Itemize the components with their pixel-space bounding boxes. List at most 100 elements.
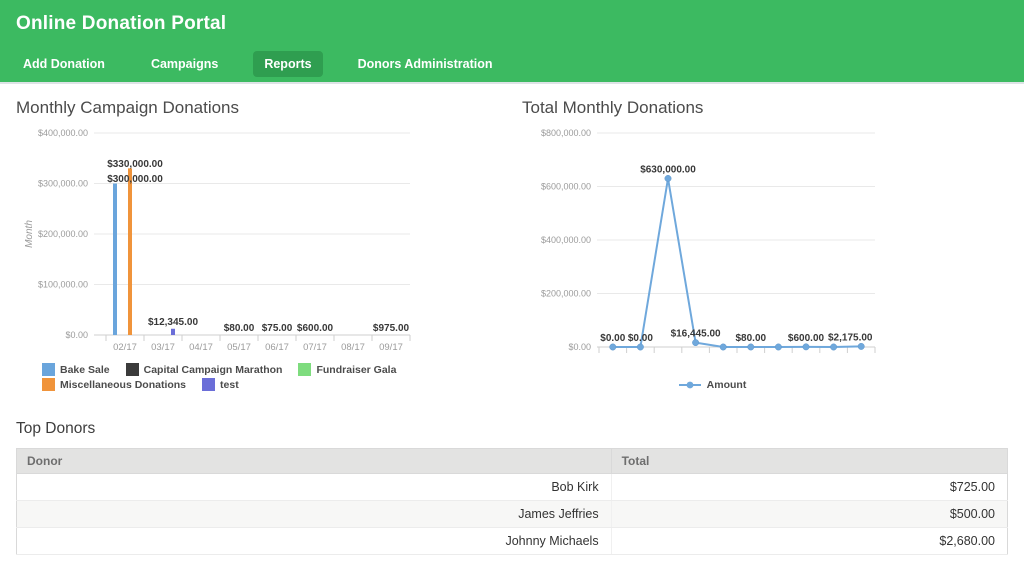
data-point-marker: [748, 344, 754, 350]
x-tick-label: 05/17: [227, 342, 251, 353]
point-value-label: $0.00: [600, 333, 625, 344]
bar-chart-legend: Bake Sale Capital Campaign Marathon Fundra…: [16, 363, 416, 391]
nav-tab-donors-administration[interactable]: Donors Administration: [347, 51, 504, 77]
app-title: Online Donation Portal: [16, 13, 226, 35]
bar-value-label: $12,345.00: [148, 317, 198, 328]
legend-item-capital-campaign-marathon[interactable]: Capital Campaign Marathon: [126, 363, 283, 376]
line-chart-legend: Amount: [522, 379, 902, 391]
x-tick-label: 07/17: [795, 353, 818, 354]
legend-item-test[interactable]: test: [202, 378, 239, 391]
top-donors-table: Donor Total Bob Kirk $725.00 James Jeffr…: [16, 448, 1008, 555]
bar-chart-canvas: $0.00$100,000.00$200,000.00$300,000.00$4…: [16, 124, 416, 354]
donor-total-cell: $2,680.00: [611, 528, 1007, 555]
legend-swatch-icon: [298, 363, 311, 376]
legend-swatch-icon: [126, 363, 139, 376]
legend-row: Bake Sale Capital Campaign Marathon Fundra…: [42, 363, 416, 376]
data-point-marker: [692, 339, 698, 345]
x-tick-label: 08/17: [341, 342, 365, 353]
top-donors-section: Top Donors Donor Total Bob Kirk $725.00 …: [16, 420, 1008, 555]
y-tick-label: $200,000.00: [541, 289, 591, 299]
x-tick-label: 04/17: [712, 353, 735, 354]
line-chart-canvas: $0.00 $200,000.00 $400,000.00 $600,000.00 $8…: [522, 124, 902, 354]
donor-name-cell: Johnny Michaels: [17, 528, 612, 555]
x-tick-label: 03/17: [684, 353, 707, 354]
top-donors-heading: Top Donors: [16, 420, 1008, 438]
x-tick-label: 06/17: [265, 342, 289, 353]
legend-swatch-icon: [202, 378, 215, 391]
legend-item-fundraiser-gala[interactable]: Fundraiser Gala: [298, 363, 396, 376]
x-tick-label: 02/17: [113, 342, 137, 353]
table-row: James Jeffries $500.00: [17, 501, 1008, 528]
data-point-marker: [830, 344, 836, 350]
donor-total-cell: $500.00: [611, 501, 1007, 528]
x-tick-label: 06/17: [767, 353, 790, 354]
x-tick-label: 01/17: [629, 353, 652, 354]
legend-label: test: [220, 379, 239, 391]
bar-value-label: $300,000.00: [107, 174, 163, 185]
y-tick-label: $0.00: [568, 342, 591, 352]
legend-item-bake-sale[interactable]: Bake Sale: [42, 363, 110, 376]
bar-value-label: $80.00: [224, 323, 255, 334]
bar-miscellaneous-donations: [128, 168, 132, 335]
x-tick-label: 09/17: [850, 353, 873, 354]
y-tick-label: $400,000.00: [38, 128, 88, 138]
amount-line: [613, 178, 861, 347]
point-value-label: $630,000.00: [640, 164, 696, 175]
bar-value-label: $330,000.00: [107, 159, 163, 170]
point-value-label: $80.00: [736, 333, 767, 344]
y-tick-label: $100,000.00: [38, 280, 88, 290]
x-tick-label: 03/17: [151, 342, 175, 353]
table-header-row: Donor Total: [17, 449, 1008, 474]
point-value-label: $2,175.00: [828, 332, 873, 343]
legend-label: Capital Campaign Marathon: [144, 364, 283, 376]
data-point-marker: [610, 344, 616, 350]
x-tick-label: 12/16: [602, 353, 625, 354]
data-point-marker: [637, 344, 643, 350]
data-point-marker: [720, 344, 726, 350]
bar-bake-sale: [113, 184, 117, 336]
x-tick-label: 09/17: [379, 342, 403, 353]
main-nav: Add Donation Campaigns Reports Donors Ad…: [12, 51, 504, 77]
legend-label: Miscellaneous Donations: [60, 379, 186, 391]
donor-total-cell: $725.00: [611, 474, 1007, 501]
x-tick-label: 02/17: [657, 353, 680, 354]
point-value-label: $16,445.00: [671, 329, 721, 340]
bar-test: [171, 329, 175, 335]
total-monthly-donations-panel: Total Monthly Donations $0.00 $200,000.00…: [522, 98, 902, 410]
y-axis-title: Month: [24, 220, 35, 248]
point-value-label: $0.00: [628, 333, 653, 344]
legend-label: Fundraiser Gala: [316, 364, 396, 376]
legend-item-amount[interactable]: Amount: [678, 379, 747, 391]
app-header: Online Donation Portal Add Donation Camp…: [0, 0, 1024, 84]
table-row: Bob Kirk $725.00: [17, 474, 1008, 501]
nav-tab-campaigns[interactable]: Campaigns: [140, 51, 229, 77]
amount-series-marker-icon: [678, 380, 702, 390]
nav-tab-reports[interactable]: Reports: [253, 51, 322, 77]
data-point-marker: [858, 343, 864, 349]
nav-tab-add-donation[interactable]: Add Donation: [12, 51, 116, 77]
legend-row: Miscellaneous Donations test: [42, 378, 416, 391]
y-tick-label: $400,000.00: [541, 235, 591, 245]
bar-value-label: $975.00: [373, 323, 410, 334]
y-tick-label: $600,000.00: [541, 182, 591, 192]
chart-title-monthly-campaign: Monthly Campaign Donations: [16, 98, 416, 124]
column-header-total: Total: [611, 449, 1007, 474]
table-row: Johnny Michaels $2,680.00: [17, 528, 1008, 555]
legend-item-miscellaneous-donations[interactable]: Miscellaneous Donations: [42, 378, 186, 391]
chart-title-total-monthly: Total Monthly Donations: [522, 98, 902, 124]
data-point-marker: [775, 344, 781, 350]
legend-swatch-icon: [42, 363, 55, 376]
legend-label: Amount: [707, 379, 747, 391]
data-point-marker: [665, 175, 671, 181]
point-value-label: $600.00: [788, 333, 825, 344]
bar-value-label: $600.00: [297, 323, 334, 334]
donor-name-cell: Bob Kirk: [17, 474, 612, 501]
y-tick-label: $0.00: [65, 330, 88, 340]
y-tick-label: $800,000.00: [541, 128, 591, 138]
donor-name-cell: James Jeffries: [17, 501, 612, 528]
x-tick-label: 08/17: [822, 353, 845, 354]
x-tick-label: 04/17: [189, 342, 213, 353]
y-tick-label: $300,000.00: [38, 179, 88, 189]
bar-value-label: $75.00: [262, 323, 293, 334]
legend-swatch-icon: [42, 378, 55, 391]
